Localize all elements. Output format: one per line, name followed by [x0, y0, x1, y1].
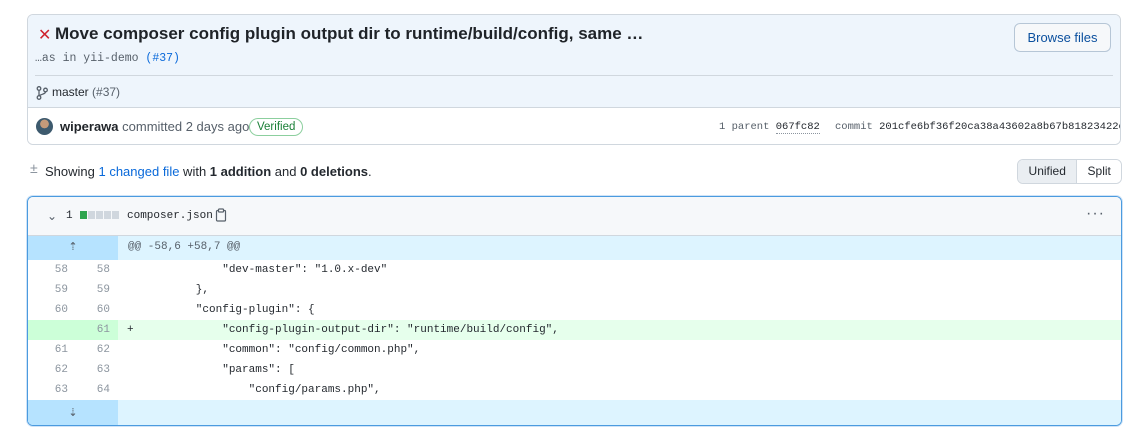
file-name-link[interactable]: composer.json [127, 210, 213, 222]
commit-sha: 201cfe6bf36f20ca38a43602a8b67b81823422e1 [879, 121, 1121, 133]
diffstat-block [112, 211, 119, 219]
diff-view-toggle: Unified Split [1017, 159, 1122, 184]
expand-up-icon[interactable]: ⇡ [28, 236, 118, 260]
file-diff: ⌄ 1 composer.json ··· ⇡ @@ -58,6 +58,7 @… [27, 196, 1122, 426]
new-line-number[interactable]: 62 [70, 344, 110, 356]
branch-row: master (#37) [36, 85, 120, 100]
commit-description: …as in yii-demo (#37) [35, 52, 180, 65]
commit-header: ✕ Move composer config plugin output dir… [28, 15, 1120, 108]
author-line: wiperawa committed 2 days ago [60, 119, 249, 134]
summary-suffix: . [368, 164, 372, 179]
diff-marker: + [127, 324, 134, 336]
hunk-footer-row: ⇣ [28, 400, 1121, 425]
new-line-number[interactable]: 60 [70, 304, 110, 316]
git-branch-icon [36, 85, 48, 100]
verified-badge[interactable]: Verified [249, 118, 304, 136]
branch-name[interactable]: master [52, 85, 89, 99]
diff-line: 60 60 "config-plugin": { [28, 300, 1121, 320]
more-options-icon[interactable]: ··· [1086, 205, 1105, 223]
author-name[interactable]: wiperawa [60, 119, 119, 134]
diff-line: 61 + "config-plugin-output-dir": "runtime… [28, 320, 1121, 340]
new-line-number[interactable]: 63 [70, 364, 110, 376]
diff-line: 63 64 "config/params.php", [28, 380, 1121, 400]
old-line-number[interactable]: 59 [28, 284, 68, 296]
code-text: "params": [ [143, 364, 295, 376]
old-line-number[interactable]: 62 [28, 364, 68, 376]
commit-label: commit [835, 121, 880, 133]
diff-line: 61 62 "common": "config/common.php", [28, 340, 1121, 360]
chevron-down-icon[interactable]: ⌄ [47, 209, 57, 223]
code-text: "config-plugin-output-dir": "runtime/bui… [143, 324, 559, 336]
commit-box: ✕ Move composer config plugin output dir… [27, 14, 1121, 145]
copy-path-icon[interactable] [215, 208, 227, 222]
new-line-number[interactable]: 58 [70, 264, 110, 276]
diffstat-block [104, 211, 111, 219]
summary-middle2: and [271, 164, 301, 179]
code-text: "dev-master": "1.0.x-dev" [143, 264, 388, 276]
commit-time: committed 2 days ago [118, 119, 250, 134]
unified-view-button[interactable]: Unified [1018, 160, 1078, 183]
diff-summary: Showing 1 changed file with 1 addition a… [45, 164, 372, 179]
diffstat [80, 211, 119, 219]
diff-line: 59 59 }, [28, 280, 1121, 300]
diffstat-block [80, 211, 87, 219]
failed-status-icon[interactable]: ✕ [38, 25, 51, 45]
new-line-number[interactable]: 59 [70, 284, 110, 296]
commit-title: Move composer config plugin output dir t… [55, 24, 644, 43]
old-line-number[interactable]: 58 [28, 264, 68, 276]
code-text: "config-plugin": { [143, 304, 315, 316]
author-row: wiperawa committed 2 days ago Verified 1… [28, 109, 1121, 144]
divider [35, 75, 1113, 76]
branch-pr-ref[interactable]: (#37) [92, 85, 120, 99]
change-count: 1 [66, 210, 73, 222]
diff-line: 62 63 "params": [ [28, 360, 1121, 380]
diffstat-block [96, 211, 103, 219]
code-text: "common": "config/common.php", [143, 344, 421, 356]
additions-count: 1 addition [209, 164, 272, 179]
avatar[interactable] [36, 118, 53, 135]
code-text: "config/params.php", [143, 384, 381, 396]
parent-label: 1 parent [719, 121, 776, 133]
deletions-count: 0 deletions [300, 164, 369, 179]
commit-sha-info: commit 201cfe6bf36f20ca38a43602a8b67b818… [835, 121, 1121, 133]
old-line-number[interactable]: 63 [28, 384, 68, 396]
expand-down-icon[interactable]: ⇣ [28, 400, 118, 425]
hunk-header-row: ⇡ @@ -58,6 +58,7 @@ [28, 236, 1121, 260]
old-line-number[interactable]: 60 [28, 304, 68, 316]
commit-description-text: …as in yii-demo [35, 52, 146, 65]
parent-sha-link[interactable]: 067fc82 [775, 121, 820, 134]
old-line-number[interactable]: 61 [28, 344, 68, 356]
diff-line: 58 58 "dev-master": "1.0.x-dev" [28, 260, 1121, 280]
parent-info: 1 parent 067fc82 [719, 121, 820, 134]
changed-files-link[interactable]: 1 changed file [98, 164, 179, 179]
summary-middle1: with [179, 164, 210, 179]
summary-prefix: Showing [45, 164, 99, 179]
diffstat-block [88, 211, 95, 219]
commit-pr-link[interactable]: (#37) [145, 52, 180, 65]
browse-files-button[interactable]: Browse files [1014, 23, 1111, 52]
file-tree-toggle-icon[interactable]: ± [30, 160, 38, 176]
hunk-header: @@ -58,6 +58,7 @@ [128, 241, 241, 253]
new-line-number[interactable]: 61 [70, 324, 110, 336]
new-line-number[interactable]: 64 [70, 384, 110, 396]
split-view-button[interactable]: Split [1077, 160, 1121, 183]
code-text: }, [143, 284, 210, 296]
file-header: ⌄ 1 composer.json ··· [28, 197, 1121, 236]
